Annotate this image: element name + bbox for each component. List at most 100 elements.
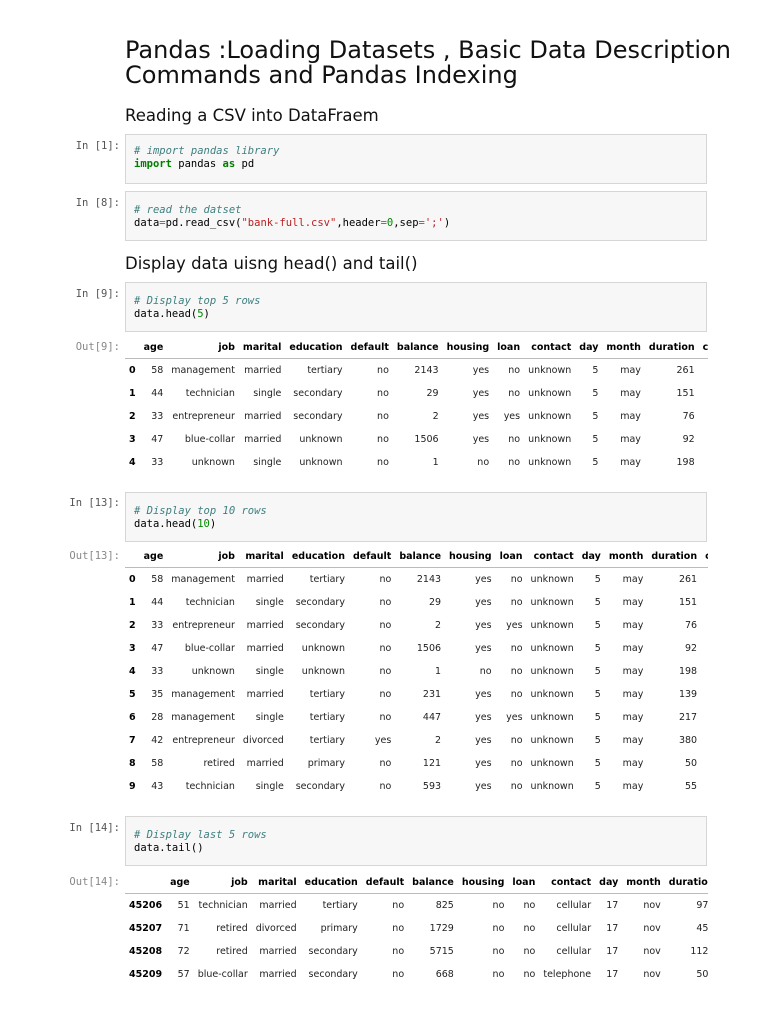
table-cell: unknown: [530, 758, 574, 769]
column-header: job: [193, 871, 252, 894]
table-cell: retired: [216, 946, 248, 957]
table-cell: no: [523, 923, 536, 934]
table-cell: married: [246, 620, 284, 631]
table-cell: [701, 729, 708, 752]
column-header: month: [604, 545, 648, 568]
table-cell: no: [377, 457, 389, 468]
table-cell: no: [377, 388, 389, 399]
table-cell: yes: [472, 388, 490, 399]
table-row: 45206 51 technician married tertiary no 825 no n…: [125, 894, 708, 918]
table-cell: yes: [475, 781, 492, 792]
column-header: [125, 871, 167, 894]
page-title: Pandas :Loading Datasets , Basic Data De…: [125, 36, 731, 89]
code-cell-head-5[interactable]: # Display top 5 rows data.head(5): [125, 282, 707, 332]
table-row: 4 33 unknown single unknown no 1 no no unknown 5 ma…: [125, 451, 708, 474]
table-cell: [699, 359, 708, 383]
table-cell: secondary: [293, 388, 343, 399]
table-cell: [701, 752, 708, 775]
column-header: loan: [493, 336, 525, 359]
table-cell: may: [622, 620, 644, 631]
table-cell: yes: [475, 597, 492, 608]
table-cell: 508: [696, 969, 708, 980]
table-cell: secondary: [295, 781, 345, 792]
table-cell: no: [392, 969, 405, 980]
cell-prompt: In [14]:: [69, 822, 120, 834]
table-cell: may: [622, 689, 644, 700]
code-token: ): [209, 518, 217, 530]
table-cell: divorced: [255, 923, 297, 934]
code-cell-tail[interactable]: # Display last 5 rows data.tail(): [125, 816, 707, 866]
table-cell: no: [492, 923, 505, 934]
row-index: 0: [129, 365, 136, 376]
table-row: 4 33 unknown single unknown no 1 no no unknown 5 ma…: [125, 660, 708, 683]
code-cell-head-10[interactable]: # Display top 10 rows data.head(10): [125, 492, 707, 542]
table-cell: 29: [428, 597, 442, 608]
table-cell: 1: [432, 457, 439, 468]
row-index: 45207: [129, 923, 163, 934]
code-cell-import[interactable]: # import pandas library import pandas as…: [125, 134, 707, 184]
table-cell: management: [171, 365, 235, 376]
column-header: balance: [408, 871, 458, 894]
table-cell: secondary: [295, 620, 345, 631]
table-cell: retired: [216, 923, 248, 934]
table-cell: blue-collar: [197, 969, 248, 980]
code-token: ,header: [336, 217, 381, 229]
table-cell: 261: [676, 365, 695, 376]
table-row: 2 33 entrepreneur married secondary no 2 yes yes…: [125, 405, 708, 428]
table-cell: may: [622, 781, 644, 792]
table-cell: 51: [177, 900, 190, 911]
table-cell: divorced: [242, 735, 284, 746]
table-cell: unknown: [530, 643, 574, 654]
table-row: 6 28 management single tertiary no 447 yes yes un…: [125, 706, 708, 729]
table-cell: no: [508, 457, 521, 468]
table-cell: no: [510, 689, 523, 700]
column-header: housing: [457, 871, 509, 894]
table-cell: 72: [177, 946, 190, 957]
table-header-row: age job marital education default balance hous…: [125, 336, 708, 359]
table-cell: no: [379, 781, 392, 792]
table-cell: 71: [177, 923, 190, 934]
table-row: 1 44 technician single secondary no 29 yes no unk…: [125, 382, 708, 405]
table-cell: no: [379, 574, 392, 585]
table-cell: 76: [685, 620, 698, 631]
column-header: day: [595, 871, 623, 894]
table-cell: may: [622, 758, 644, 769]
table-row: 0 58 management married tertiary no 2143 yes no u…: [125, 568, 708, 592]
table-cell: 55: [685, 781, 698, 792]
table-cell: married: [259, 969, 297, 980]
table-cell: no: [377, 411, 389, 422]
row-index: 45208: [129, 946, 163, 957]
column-header: balance: [392, 336, 443, 359]
table-cell: management: [171, 574, 235, 585]
table-cell: 5: [594, 735, 601, 746]
table-cell: 121: [422, 758, 442, 769]
table-cell: [701, 614, 708, 637]
table-cell: no: [479, 666, 492, 677]
code-token: pd: [235, 158, 255, 170]
table-cell: married: [244, 365, 282, 376]
column-header: campaign: [698, 336, 708, 359]
table-cell: 58: [151, 365, 164, 376]
column-header: job: [167, 545, 239, 568]
row-index: 3: [129, 643, 136, 654]
table-cell: no: [523, 946, 536, 957]
table-cell: no: [510, 597, 523, 608]
column-header: education: [285, 336, 347, 359]
table-cell: secondary: [293, 411, 343, 422]
table-row: 2 33 entrepreneur married secondary no 2 yes yes…: [125, 614, 708, 637]
table-cell: cellular: [556, 900, 592, 911]
table-cell: yes: [472, 434, 490, 445]
table-cell: [701, 637, 708, 660]
table-cell: no: [508, 388, 521, 399]
table-cell: 5: [592, 411, 599, 422]
table-cell: 151: [676, 388, 695, 399]
table-cell: unknown: [528, 434, 572, 445]
column-header: marital: [238, 336, 286, 359]
code-cell-read-csv[interactable]: # read the datset data=pd.read_csv("bank…: [125, 191, 707, 241]
table-cell: 198: [676, 457, 695, 468]
table-cell: no: [392, 946, 405, 957]
table-cell: 5: [594, 781, 601, 792]
table-cell: unknown: [530, 666, 574, 677]
column-header: duration: [664, 871, 708, 894]
table-cell: 447: [422, 712, 442, 723]
